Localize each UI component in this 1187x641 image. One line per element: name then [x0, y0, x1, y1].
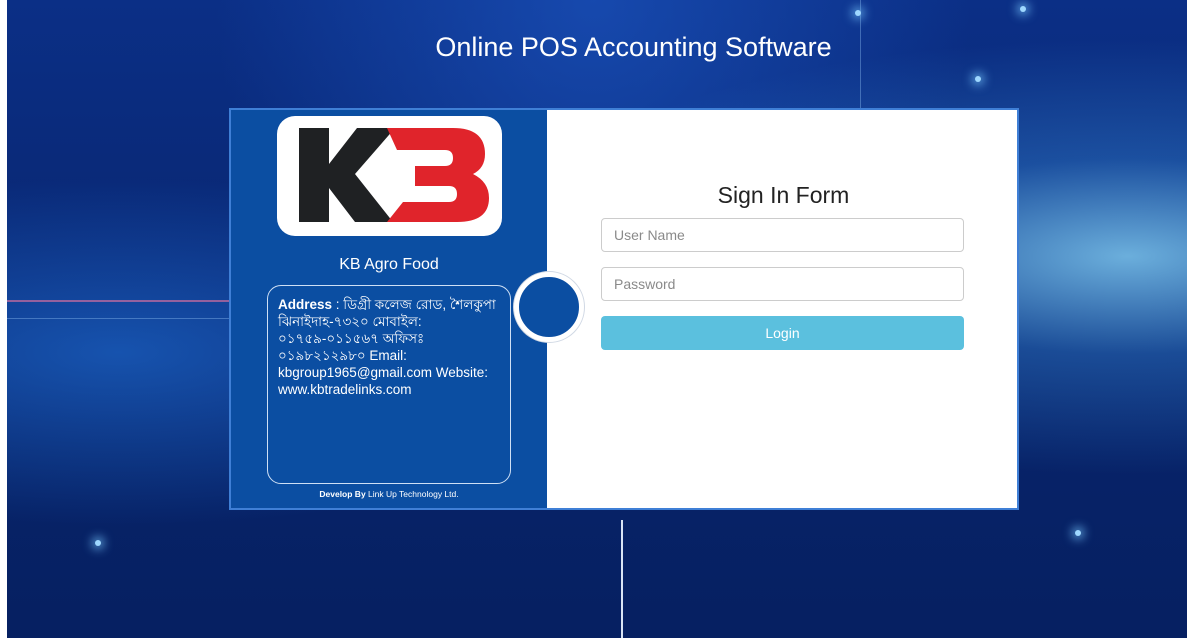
- login-button[interactable]: Login: [601, 316, 964, 350]
- login-card: KB Agro Food Address : ডিগ্রী কলেজ রোড, …: [229, 108, 1019, 510]
- password-input[interactable]: [601, 267, 964, 301]
- kb-logo-icon: [299, 128, 489, 222]
- window-left-edge: [0, 0, 7, 641]
- background-glow-dot: [975, 76, 981, 82]
- developer-credit: Develop By Link Up Technology Ltd.: [231, 489, 547, 499]
- form-title: Sign In Form: [717, 182, 850, 208]
- background-glow-dot: [855, 10, 861, 16]
- company-address: Address : ডিগ্রী কলেজ রোড, শৈলকুপা ঝিনাই…: [267, 285, 511, 484]
- address-text: : ডিগ্রী কলেজ রোড, শৈলকুপা ঝিনাইদাহ-৭৩২০…: [278, 297, 496, 397]
- username-input[interactable]: [601, 218, 964, 252]
- company-name: KB Agro Food: [339, 256, 439, 273]
- company-panel: KB Agro Food Address : ডিগ্রী কলেজ রোড, …: [231, 110, 547, 508]
- address-label: Address: [278, 297, 333, 312]
- background-glow-dot: [95, 540, 101, 546]
- decorative-circle: [514, 272, 584, 342]
- company-logo: [277, 116, 502, 236]
- background-glow-dot: [1075, 530, 1081, 536]
- page-title: Online POS Accounting Software: [435, 32, 832, 62]
- background-glow-dot: [1020, 6, 1026, 12]
- background-vertical-line: [621, 520, 623, 638]
- developer-name: Link Up Technology Ltd.: [365, 489, 459, 499]
- background-light-streak: [0, 300, 230, 302]
- developer-label: Develop By: [319, 489, 366, 499]
- background-light-streak: [0, 318, 230, 319]
